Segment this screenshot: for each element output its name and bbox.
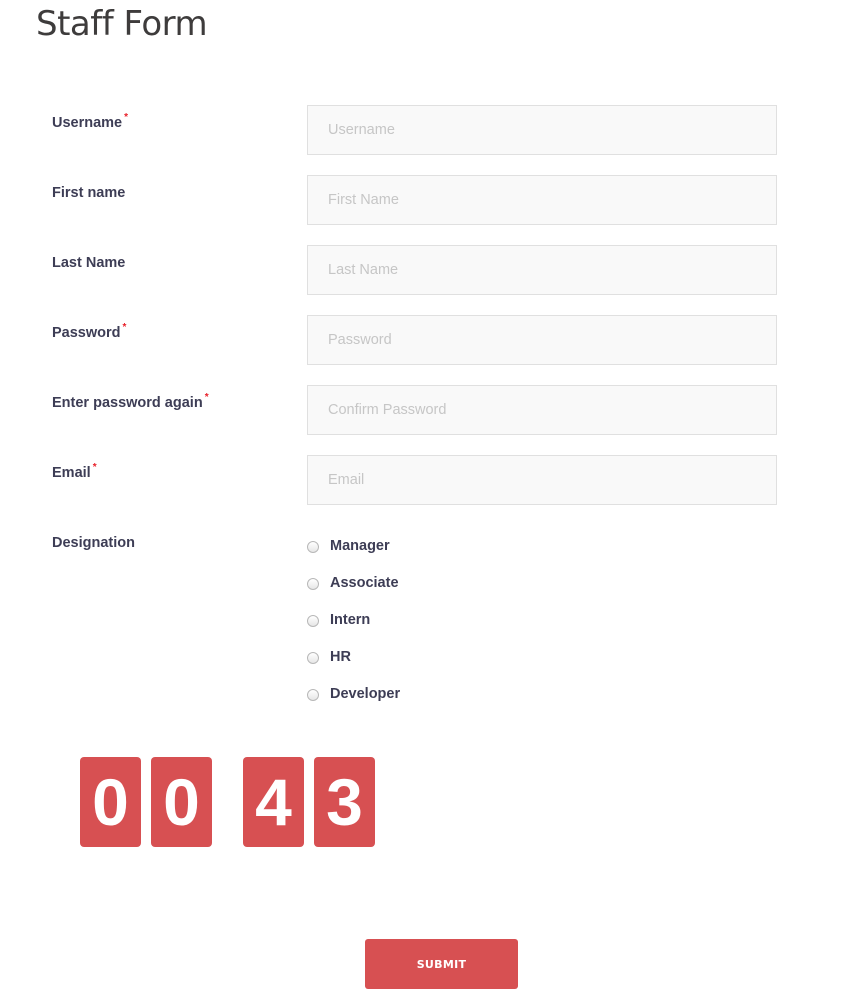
- username-label: Username *: [52, 112, 129, 131]
- timer-digit-seconds-tens: 4: [243, 757, 304, 847]
- confirm-password-label: Enter password again *: [52, 392, 209, 411]
- username-input[interactable]: [307, 105, 777, 155]
- password-row: Password *: [0, 315, 851, 365]
- confirm-password-input[interactable]: [307, 385, 777, 435]
- designation-row: Designation: [0, 525, 851, 575]
- last-name-row: Last Name: [0, 245, 851, 295]
- radio-option-manager[interactable]: Manager: [307, 528, 400, 565]
- timer-digit-minutes-tens: 0: [80, 757, 141, 847]
- username-row: Username *: [0, 105, 851, 155]
- designation-radio-group: Manager Associate Intern HR Developer: [307, 528, 400, 713]
- required-marker: *: [92, 462, 97, 473]
- password-label-text: Password: [52, 325, 121, 341]
- radio-option-hr[interactable]: HR: [307, 639, 400, 676]
- radio-button[interactable]: [307, 540, 319, 553]
- radio-button[interactable]: [307, 688, 319, 701]
- countdown-timer: 0 0 4 3: [80, 757, 385, 847]
- email-row: Email *: [0, 455, 851, 505]
- radio-label: Associate: [330, 574, 399, 591]
- email-label: Email *: [52, 462, 97, 481]
- page-title: Staff Form: [36, 4, 208, 44]
- radio-option-intern[interactable]: Intern: [307, 602, 400, 639]
- required-marker: *: [204, 392, 209, 403]
- radio-label: Developer: [330, 685, 401, 702]
- radio-option-developer[interactable]: Developer: [307, 676, 400, 713]
- radio-button[interactable]: [307, 651, 319, 664]
- password-input[interactable]: [307, 315, 777, 365]
- radio-label: Manager: [330, 537, 390, 554]
- required-marker: *: [124, 112, 129, 123]
- username-label-text: Username: [52, 115, 123, 131]
- submit-button[interactable]: SUBMIT: [365, 939, 518, 989]
- first-name-label: First name: [52, 185, 126, 201]
- radio-button[interactable]: [307, 577, 319, 590]
- email-input[interactable]: [307, 455, 777, 505]
- timer-digit-seconds-ones: 3: [314, 757, 375, 847]
- first-name-input[interactable]: [307, 175, 777, 225]
- required-marker: *: [122, 322, 127, 333]
- last-name-label: Last Name: [52, 255, 126, 271]
- last-name-input[interactable]: [307, 245, 777, 295]
- designation-label: Designation: [52, 535, 135, 551]
- radio-option-associate[interactable]: Associate: [307, 565, 400, 602]
- radio-label: HR: [330, 648, 351, 665]
- password-label: Password *: [52, 322, 127, 341]
- email-label-text: Email: [52, 465, 91, 481]
- radio-label: Intern: [330, 611, 371, 628]
- timer-digit-minutes-ones: 0: [151, 757, 212, 847]
- radio-button[interactable]: [307, 614, 319, 627]
- confirm-password-label-text: Enter password again: [52, 395, 203, 411]
- first-name-row: First name: [0, 175, 851, 225]
- confirm-password-row: Enter password again *: [0, 385, 851, 435]
